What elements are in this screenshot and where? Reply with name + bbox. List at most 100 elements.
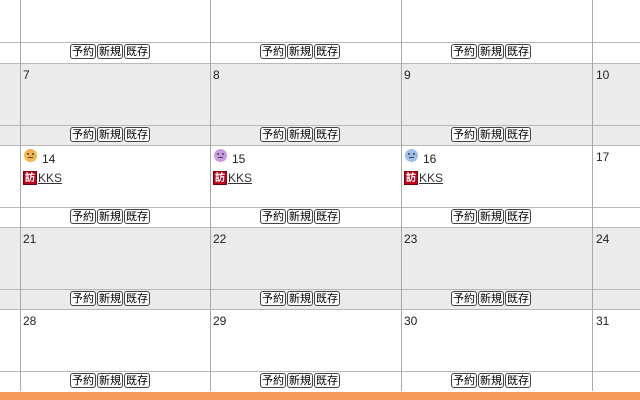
existing-button[interactable]: 既存	[505, 127, 531, 142]
new-button[interactable]: 新規	[478, 373, 504, 388]
visit-event[interactable]: 訪 KKS	[404, 171, 443, 185]
existing-button[interactable]: 既存	[314, 209, 340, 224]
reserve-button[interactable]: 予約	[70, 291, 96, 306]
new-button[interactable]: 新規	[287, 44, 313, 59]
existing-button[interactable]: 既存	[314, 44, 340, 59]
reserve-button[interactable]: 予約	[260, 209, 286, 224]
event-link[interactable]: KKS	[419, 171, 443, 185]
visit-badge-icon: 訪	[23, 171, 37, 185]
day-number: 29	[213, 314, 227, 328]
row-divider	[0, 227, 640, 228]
mood-face-icon	[24, 149, 37, 162]
new-button[interactable]: 新規	[97, 44, 123, 59]
visit-event[interactable]: 訪 KKS	[213, 171, 252, 185]
calendar-row-top	[0, 0, 640, 42]
reserve-button[interactable]: 予約	[451, 291, 477, 306]
new-button[interactable]: 新規	[287, 127, 313, 142]
mood-face-icon	[214, 149, 227, 162]
day-number: 10	[596, 68, 610, 82]
day-number: 24	[596, 232, 610, 246]
column-divider	[20, 0, 21, 391]
existing-button[interactable]: 既存	[314, 127, 340, 142]
action-buttons: 予約 新規 既存	[260, 373, 340, 388]
visit-badge-icon: 訪	[213, 171, 227, 185]
row-divider	[0, 145, 640, 146]
action-buttons: 予約 新規 既存	[70, 373, 150, 388]
existing-button[interactable]: 既存	[124, 44, 150, 59]
existing-button[interactable]: 既存	[124, 209, 150, 224]
new-button[interactable]: 新規	[97, 291, 123, 306]
existing-button[interactable]: 既存	[505, 209, 531, 224]
reserve-button[interactable]: 予約	[451, 209, 477, 224]
new-button[interactable]: 新規	[97, 127, 123, 142]
existing-button[interactable]: 既存	[124, 373, 150, 388]
action-buttons: 予約 新規 既存	[70, 44, 150, 59]
day-number: 23	[404, 232, 418, 246]
day-number: 7	[23, 68, 30, 82]
existing-button[interactable]: 既存	[124, 291, 150, 306]
calendar-grid: 7 8 9 10 14 15 16 17 21 22 23 24 28 29 3…	[0, 0, 640, 400]
day-number: 30	[404, 314, 418, 328]
mood-face-icon	[405, 149, 418, 162]
reserve-button[interactable]: 予約	[70, 209, 96, 224]
existing-button[interactable]: 既存	[505, 44, 531, 59]
action-buttons: 予約 新規 既存	[70, 209, 150, 224]
new-button[interactable]: 新規	[478, 127, 504, 142]
visit-badge-icon: 訪	[404, 171, 418, 185]
reserve-button[interactable]: 予約	[260, 127, 286, 142]
day-number: 17	[596, 150, 610, 164]
reserve-button[interactable]: 予約	[70, 127, 96, 142]
action-buttons: 予約 新規 既存	[451, 44, 531, 59]
action-buttons: 予約 新規 既存	[260, 44, 340, 59]
new-button[interactable]: 新規	[287, 291, 313, 306]
reserve-button[interactable]: 予約	[451, 373, 477, 388]
existing-button[interactable]: 既存	[505, 373, 531, 388]
reserve-button[interactable]: 予約	[70, 373, 96, 388]
footer-bar	[0, 392, 640, 400]
existing-button[interactable]: 既存	[314, 373, 340, 388]
event-link[interactable]: KKS	[228, 171, 252, 185]
new-button[interactable]: 新規	[97, 373, 123, 388]
action-buttons: 予約 新規 既存	[260, 291, 340, 306]
action-buttons: 予約 新規 既存	[451, 127, 531, 142]
reserve-button[interactable]: 予約	[260, 44, 286, 59]
calendar-row-week-14	[0, 146, 640, 207]
row-divider	[0, 125, 640, 126]
new-button[interactable]: 新規	[97, 209, 123, 224]
column-divider	[401, 0, 402, 391]
reserve-button[interactable]: 予約	[451, 44, 477, 59]
row-divider	[0, 207, 640, 208]
new-button[interactable]: 新規	[287, 373, 313, 388]
column-divider	[210, 0, 211, 391]
event-link[interactable]: KKS	[38, 171, 62, 185]
row-divider	[0, 289, 640, 290]
action-buttons: 予約 新規 既存	[70, 291, 150, 306]
new-button[interactable]: 新規	[478, 209, 504, 224]
day-number: 8	[213, 68, 220, 82]
existing-button[interactable]: 既存	[314, 291, 340, 306]
reserve-button[interactable]: 予約	[451, 127, 477, 142]
reserve-button[interactable]: 予約	[260, 373, 286, 388]
action-buttons: 予約 新規 既存	[70, 127, 150, 142]
day-number: 22	[213, 232, 227, 246]
action-buttons: 予約 新規 既存	[260, 209, 340, 224]
visit-event[interactable]: 訪 KKS	[23, 171, 62, 185]
row-divider	[0, 63, 640, 64]
reserve-button[interactable]: 予約	[70, 44, 96, 59]
action-buttons: 予約 新規 既存	[451, 291, 531, 306]
day-number: 15	[232, 152, 246, 166]
new-button[interactable]: 新規	[478, 291, 504, 306]
existing-button[interactable]: 既存	[124, 127, 150, 142]
day-number: 21	[23, 232, 37, 246]
new-button[interactable]: 新規	[287, 209, 313, 224]
row-divider	[0, 371, 640, 372]
calendar-row-week-21	[0, 228, 640, 289]
existing-button[interactable]: 既存	[505, 291, 531, 306]
day-number: 16	[423, 152, 437, 166]
reserve-button[interactable]: 予約	[260, 291, 286, 306]
action-buttons: 予約 新規 既存	[451, 209, 531, 224]
new-button[interactable]: 新規	[478, 44, 504, 59]
day-number: 28	[23, 314, 37, 328]
action-buttons: 予約 新規 既存	[451, 373, 531, 388]
row-divider	[0, 309, 640, 310]
